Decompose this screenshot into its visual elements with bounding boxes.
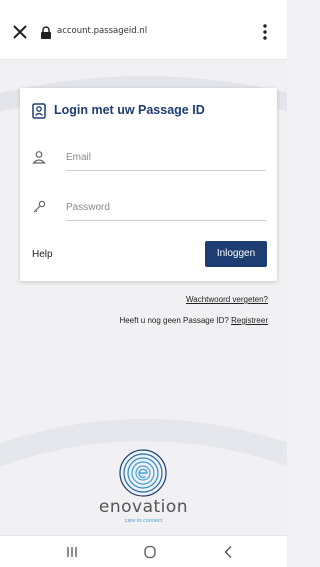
password-field-row [32,193,266,223]
email-field-row [32,143,266,173]
lock-icon [41,26,51,39]
brand-name: enovation [98,497,189,517]
user-icon [32,151,46,164]
url-bar[interactable]: account.passageid.nl [57,26,147,36]
page-title: Login met uw Passage ID [54,103,205,117]
login-button[interactable]: Inloggen [205,241,267,267]
home-icon[interactable] [143,545,157,559]
email-field[interactable] [66,145,266,171]
close-icon[interactable] [12,24,28,40]
back-icon[interactable] [223,545,233,559]
system-nav-bar [0,535,287,567]
forgot-password-link[interactable]: Wachtwoord vergeten? [186,295,268,304]
register-link[interactable]: Registreer [231,316,268,325]
brand-tagline: care to connect [124,518,163,524]
register-prompt: Heeft u nog geen Passage ID? Registreer [119,316,268,325]
key-icon [33,200,46,213]
enovation-logo-icon [119,449,167,497]
password-field[interactable] [66,195,266,221]
recent-apps-icon[interactable] [65,545,79,559]
login-card: Login met uw Passage ID Help Inloggen [20,88,277,281]
no-account-text: Heeft u nog geen Passage ID? [119,316,229,325]
help-link[interactable]: Help [32,249,53,260]
browser-toolbar: account.passageid.nl [0,0,287,60]
id-badge-icon [32,103,46,119]
more-vert-icon[interactable] [262,23,268,41]
